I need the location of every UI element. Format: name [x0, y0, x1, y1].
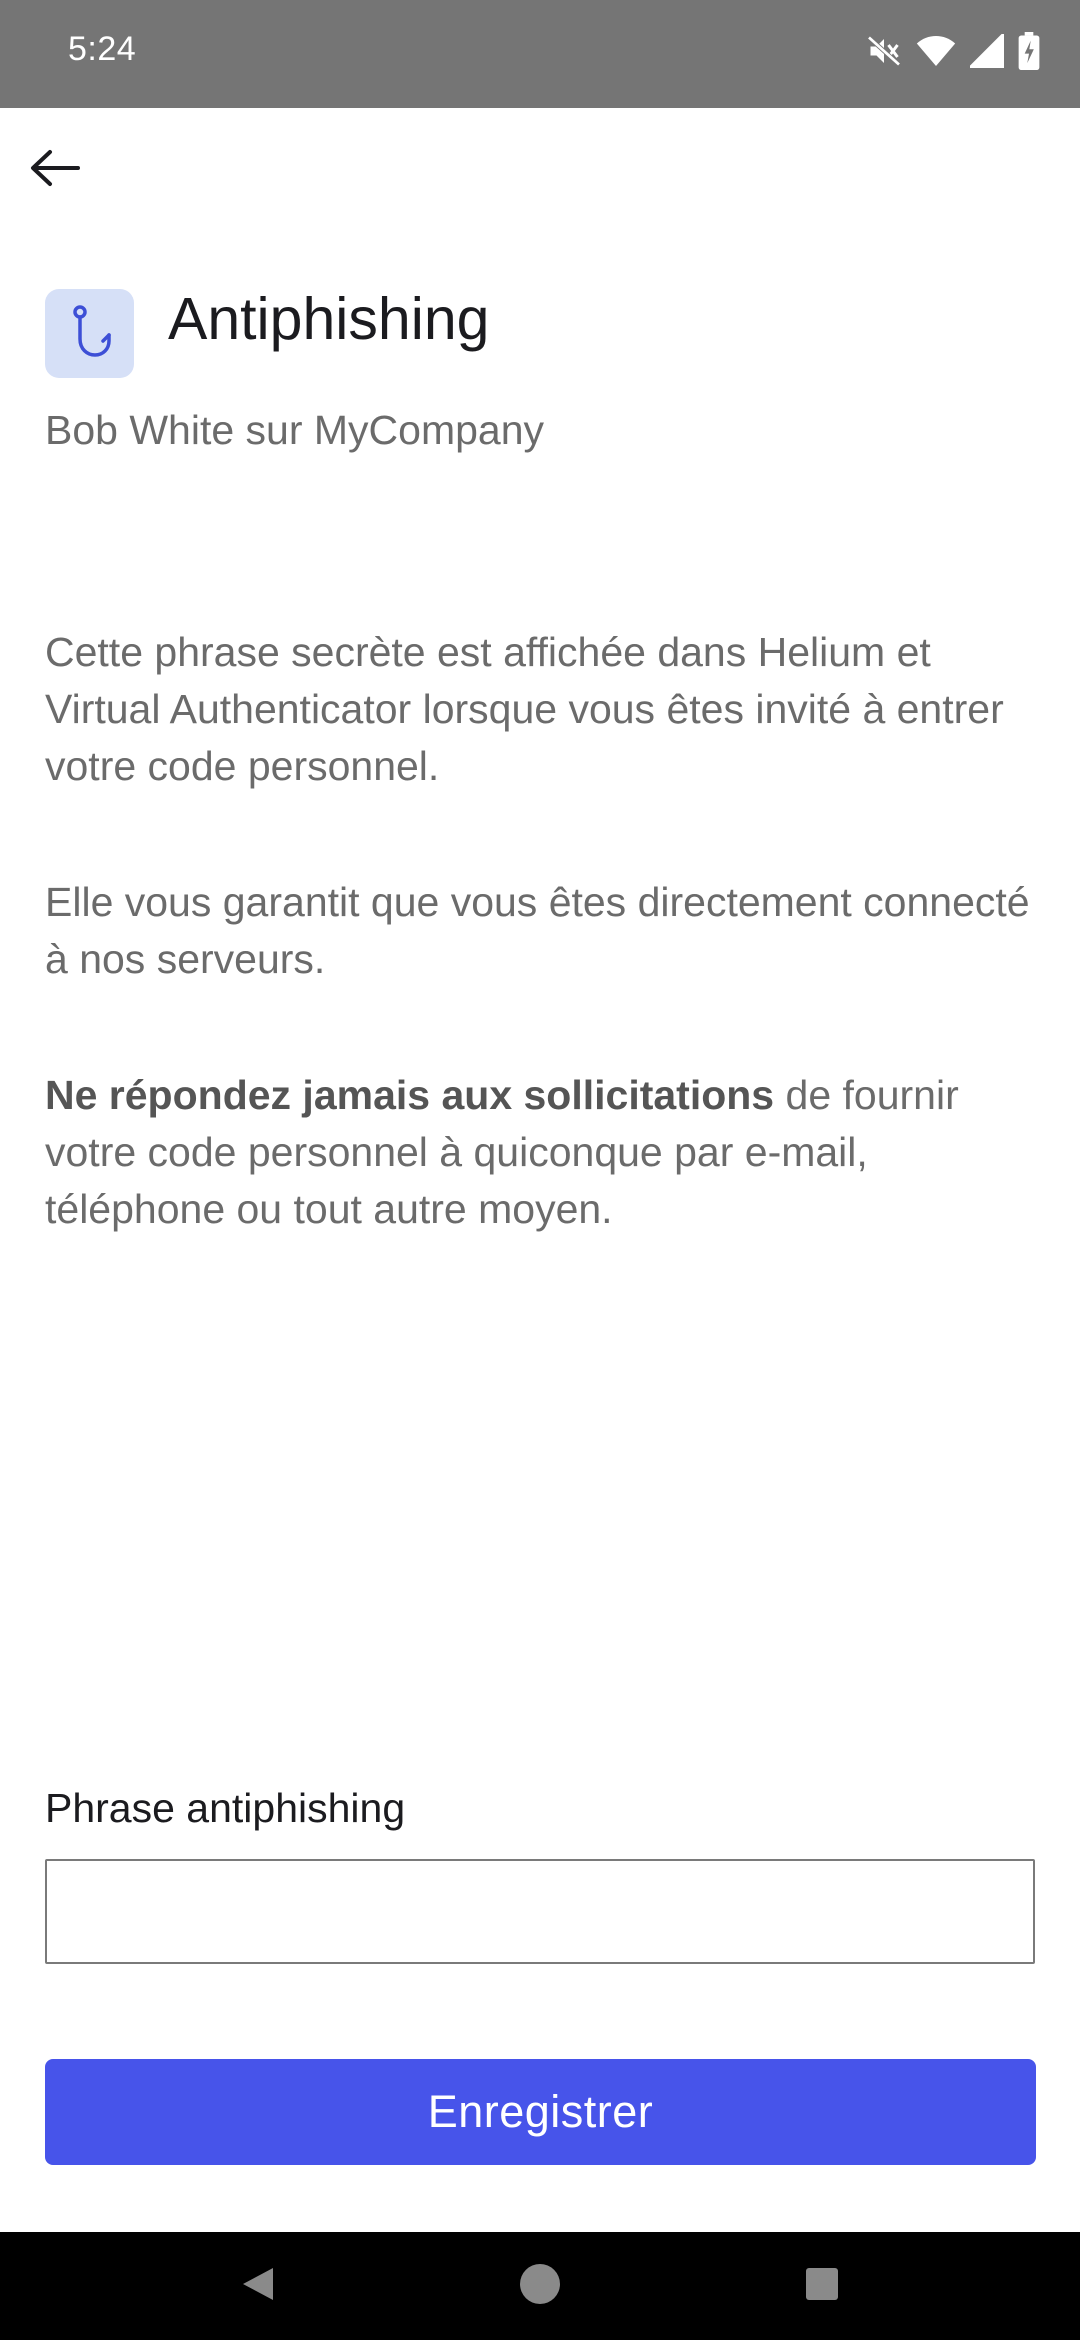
antiphishing-phrase-input[interactable]: [45, 1859, 1035, 1964]
signal-icon: [970, 34, 1004, 68]
system-navigation-bar: [0, 2232, 1080, 2340]
status-bar: 5:24: [0, 0, 1080, 108]
status-time: 5:24: [68, 30, 137, 68]
arrow-left-icon: [28, 148, 80, 193]
nav-home-button[interactable]: [480, 2232, 600, 2340]
fishing-hook-icon: [63, 301, 117, 366]
nav-back-button[interactable]: [197, 2232, 317, 2340]
header-icon-tile: [45, 289, 134, 378]
back-button[interactable]: [14, 130, 94, 210]
description-paragraph: Cette phrase secrète est affichée dans H…: [45, 629, 1004, 789]
back-triangle-icon: [239, 2264, 275, 2309]
account-subtitle: Bob White sur MyCompany: [45, 407, 545, 453]
warning-paragraph: Ne répondez jamais aux sollicitations de…: [45, 1067, 1035, 1238]
antiphishing-screen: 5:24 Antiphishing Bob White sur MyCompan…: [0, 0, 1080, 2340]
nav-recents-button[interactable]: [762, 2232, 882, 2340]
recents-square-icon: [804, 2266, 840, 2307]
page-title: Antiphishing: [168, 286, 490, 352]
home-circle-icon: [518, 2262, 562, 2311]
warning-emphasis: Ne répondez jamais aux sollicitations: [45, 1072, 775, 1118]
mute-icon: [866, 33, 902, 69]
status-icons: [866, 32, 1040, 70]
phrase-field-label: Phrase antiphishing: [45, 1785, 406, 1831]
assurance-paragraph: Elle vous garantit que vous êtes directe…: [45, 879, 1030, 982]
save-button[interactable]: Enregistrer: [45, 2059, 1036, 2165]
wifi-icon: [916, 33, 956, 69]
battery-charging-icon: [1018, 32, 1040, 70]
